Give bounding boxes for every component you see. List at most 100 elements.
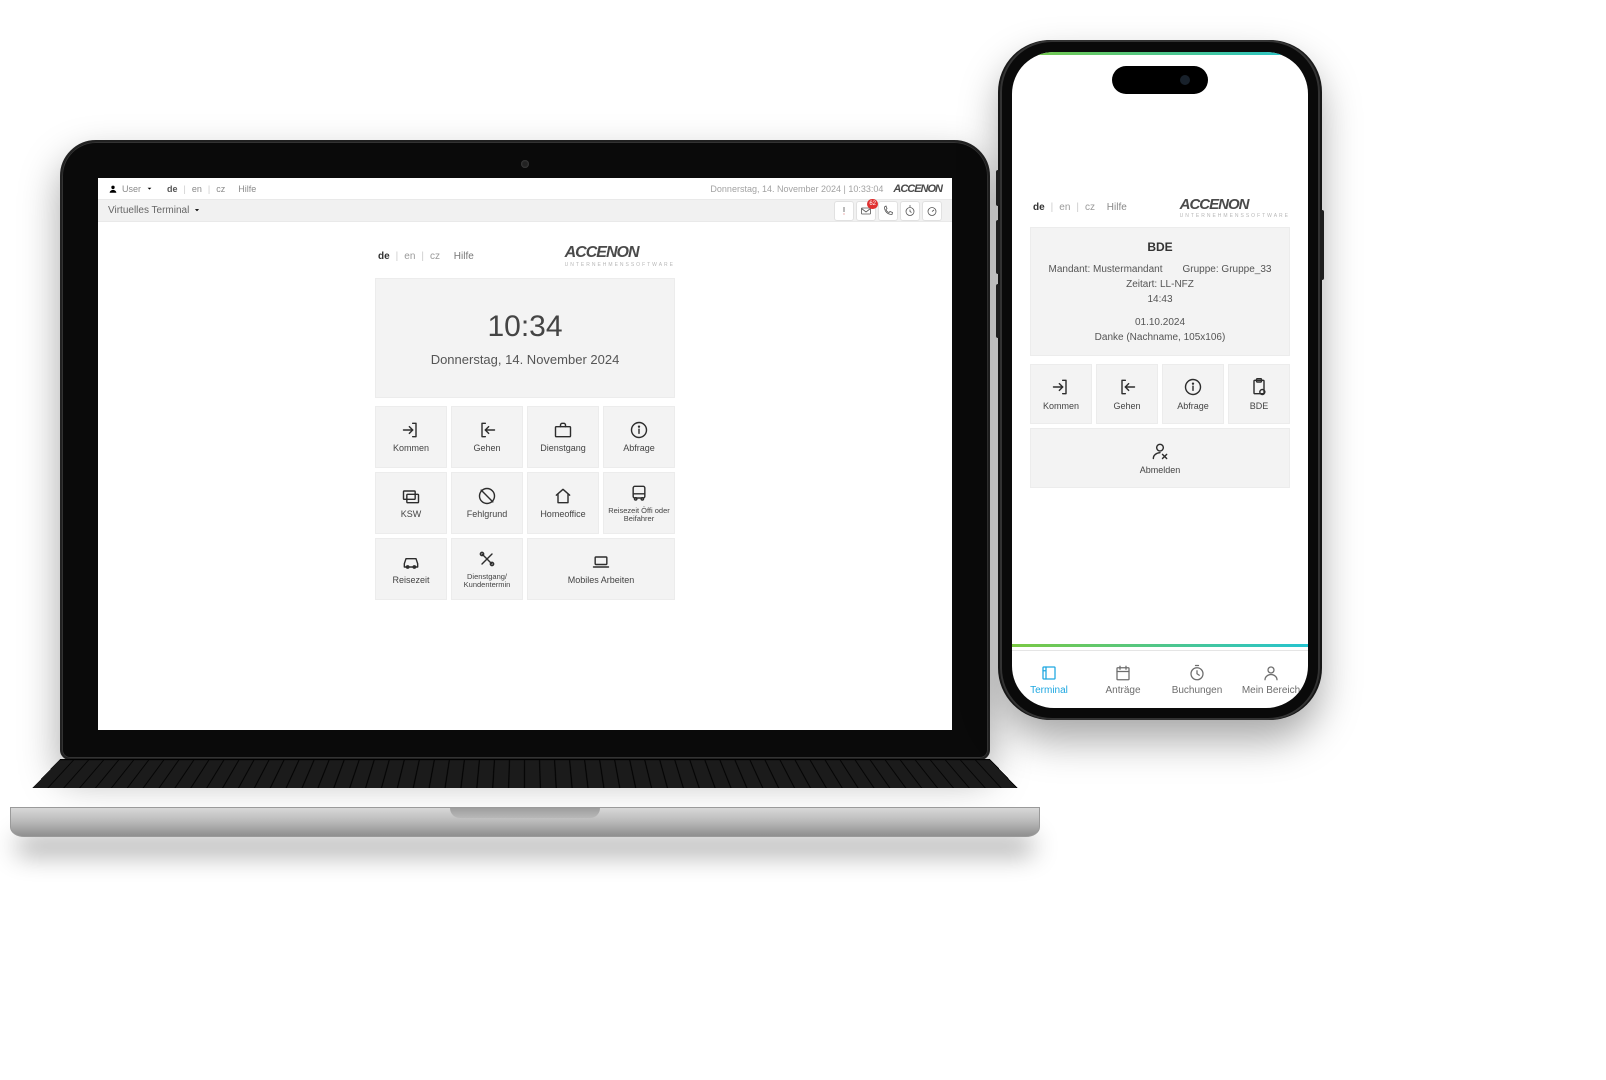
- lang-de[interactable]: de: [164, 184, 181, 194]
- button-label: Mobiles Arbeiten: [566, 576, 637, 586]
- terminal-header: de|en|cz Hilfe ACCENON UNTERNEHMENSSOFTW…: [375, 240, 675, 272]
- tab-terminal[interactable]: Terminal: [1012, 651, 1086, 708]
- lang-cz[interactable]: cz: [427, 251, 443, 262]
- button-label: Homeoffice: [538, 510, 587, 520]
- mail-badge: 62: [867, 199, 878, 209]
- clipboard-icon: [1249, 377, 1269, 397]
- brand-logo: ACCENON UNTERNEHMENSSOFTWARE: [565, 244, 675, 268]
- info-icon: [1183, 377, 1203, 397]
- bde-button[interactable]: BDE: [1228, 364, 1290, 424]
- terminal-icon: [1040, 664, 1058, 682]
- gehen-button[interactable]: Gehen: [451, 406, 523, 468]
- virtual-terminal: de|en|cz Hilfe ACCENON UNTERNEHMENSSOFTW…: [375, 240, 675, 600]
- header-action-icons: 62: [834, 201, 942, 221]
- logout-icon: [477, 420, 497, 440]
- tab-bar: Terminal AnträgeBuchungenMein Bereich: [1012, 650, 1308, 708]
- tab-label: Terminal: [1030, 685, 1068, 696]
- calendar-icon: [1114, 664, 1132, 682]
- user-menu[interactable]: User: [108, 184, 154, 194]
- login-icon: [401, 420, 421, 440]
- phone-screen: de|en|cz Hilfe ACCENON UNTERNEHMENSSOFTW…: [1012, 52, 1308, 708]
- abfrage-button[interactable]: Abfrage: [603, 406, 675, 468]
- language-switch[interactable]: de|en|cz: [375, 251, 443, 262]
- lang-de[interactable]: de: [375, 251, 393, 262]
- help-link[interactable]: Hilfe: [454, 251, 474, 262]
- fehlgrund-button[interactable]: Fehlgrund: [451, 472, 523, 534]
- userx-icon: [1150, 441, 1170, 461]
- kommen-button[interactable]: Kommen: [1030, 364, 1092, 424]
- dienstgang-kt-button[interactable]: Dienstgang/ Kundentermin: [451, 538, 523, 600]
- language-switch-top[interactable]: de|en|cz: [164, 184, 228, 194]
- tab-buchungen[interactable]: Buchungen: [1160, 651, 1234, 708]
- workspace: de|en|cz Hilfe ACCENON UNTERNEHMENSSOFTW…: [98, 222, 952, 730]
- brand-logo: ACCENON UNTERNEHMENSSOFTWARE: [1180, 196, 1290, 219]
- kommen-button[interactable]: Kommen: [375, 406, 447, 468]
- lang-en[interactable]: en: [1056, 202, 1073, 213]
- bde-info-panel: BDE Mandant: Mustermandant Gruppe: Grupp…: [1030, 227, 1290, 356]
- abmelden-button[interactable]: Abmelden: [1030, 428, 1290, 488]
- home-icon: [553, 486, 573, 506]
- info-icon: [629, 420, 649, 440]
- dynamic-island: [1112, 66, 1208, 94]
- gehen-button[interactable]: Gehen: [1096, 364, 1158, 424]
- reisezeit-button[interactable]: Reisezeit: [375, 538, 447, 600]
- button-label: Dienstgang: [538, 444, 588, 454]
- button-label: Abmelden: [1140, 465, 1181, 475]
- nocircle-icon: [477, 486, 497, 506]
- stopwatch-icon: [1188, 664, 1206, 682]
- laptop-base: [10, 807, 1040, 837]
- button-label: Kommen: [1043, 401, 1079, 411]
- zeitart: Zeitart: LL-NFZ: [1039, 277, 1281, 292]
- dienstgang-button[interactable]: Dienstgang: [527, 406, 599, 468]
- lang-en[interactable]: en: [401, 251, 418, 262]
- clock-time: 10:34: [487, 310, 562, 344]
- cardswap-icon: [401, 486, 421, 506]
- language-switch[interactable]: de|en|cz: [1030, 202, 1098, 213]
- lang-de[interactable]: de: [1030, 202, 1048, 213]
- chevron-down-icon: [145, 184, 154, 193]
- chevron-down-icon[interactable]: [192, 205, 202, 215]
- info-date: 01.10.2024: [1039, 315, 1281, 330]
- phone-icon[interactable]: [878, 201, 898, 221]
- tools-icon: [477, 549, 497, 569]
- timer-icon[interactable]: [922, 201, 942, 221]
- accent-bar-bottom: [1012, 644, 1308, 647]
- tab-antraege[interactable]: Anträge: [1086, 651, 1160, 708]
- car-icon: [401, 552, 421, 572]
- help-link[interactable]: Hilfe: [1107, 202, 1127, 213]
- homeoffice-button[interactable]: Homeoffice: [527, 472, 599, 534]
- mobiles-button[interactable]: Mobiles Arbeiten: [527, 538, 675, 600]
- reisezeit-offi-button[interactable]: Reisezeit Öffi oder Beifahrer: [603, 472, 675, 534]
- lang-cz[interactable]: cz: [1082, 202, 1098, 213]
- page-title: Virtuelles Terminal: [108, 205, 202, 216]
- terminal-button-grid: KommenGehen Dienstgang Abfrage KSW Fehlgrund…: [375, 406, 675, 600]
- lang-en[interactable]: en: [189, 184, 205, 194]
- logout-icon: [1117, 377, 1137, 397]
- laptop-icon: [591, 552, 611, 572]
- laptop-camera: [521, 160, 529, 168]
- ksw-button[interactable]: KSW: [375, 472, 447, 534]
- laptop-screen: User de|en|cz Hilfe Donnerstag, 14. Nove…: [98, 178, 952, 730]
- help-link-top[interactable]: Hilfe: [238, 184, 256, 194]
- laptop-screen-frame: User de|en|cz Hilfe Donnerstag, 14. Nove…: [60, 140, 990, 760]
- user-label: User: [122, 184, 141, 194]
- mandant: Mandant: Mustermandant: [1049, 262, 1163, 277]
- lang-cz[interactable]: cz: [213, 184, 228, 194]
- phone-device: de|en|cz Hilfe ACCENON UNTERNEHMENSSOFTW…: [1000, 40, 1320, 720]
- abfrage-button[interactable]: Abfrage: [1162, 364, 1224, 424]
- info-thanks: Danke (Nachname, 105x106): [1039, 330, 1281, 345]
- stopwatch-icon[interactable]: [900, 201, 920, 221]
- button-label: BDE: [1250, 401, 1269, 411]
- alert-icon[interactable]: [834, 201, 854, 221]
- clock-panel: 10:34 Donnerstag, 14. November 2024: [375, 278, 675, 398]
- brand-logo-small: ACCENON: [893, 183, 942, 195]
- button-label: KSW: [399, 510, 424, 520]
- info-time: 14:43: [1039, 292, 1281, 307]
- button-label: Reisezeit: [390, 576, 431, 586]
- mail-icon[interactable]: 62: [856, 201, 876, 221]
- bus-icon: [629, 483, 649, 503]
- button-label: Abfrage: [1177, 401, 1209, 411]
- laptop-keyboard: [32, 759, 1017, 788]
- tab-meinbereich[interactable]: Mein Bereich: [1234, 651, 1308, 708]
- button-label: Dienstgang/ Kundentermin: [452, 573, 522, 590]
